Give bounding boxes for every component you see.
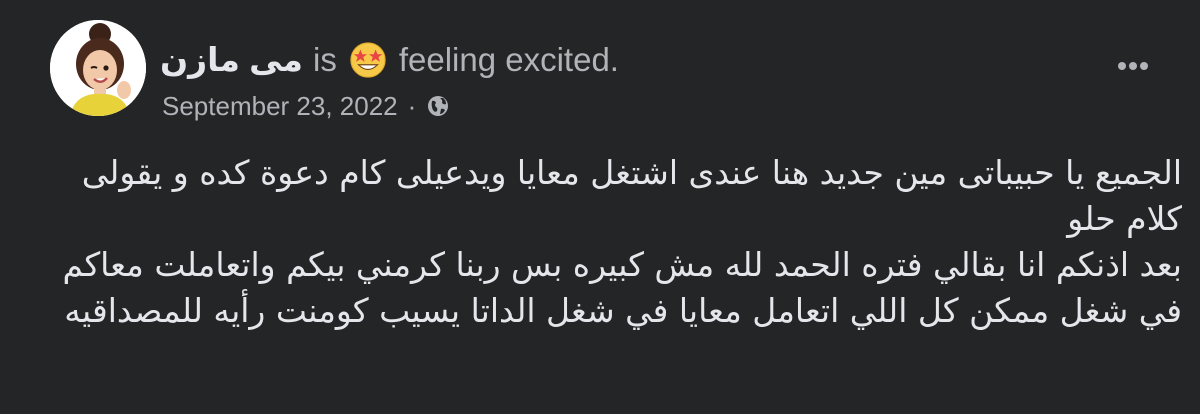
post-body-paragraph-2: بعد اذنكم انا بقالي فتره الحمد لله مش كب… — [62, 245, 1183, 330]
more-options-icon — [1118, 62, 1148, 70]
activity-text: feeling excited. — [398, 41, 619, 78]
avatar-image — [50, 20, 146, 116]
post-meta: September 23, 2022 · — [162, 88, 450, 124]
author-name[interactable]: مى مازن — [160, 38, 303, 82]
globe-icon[interactable] — [426, 94, 450, 118]
post-card: مى مازن is feeling excited. September 23… — [0, 0, 1200, 414]
more-options-button[interactable] — [1108, 46, 1158, 86]
is-word: is — [312, 41, 337, 78]
star-struck-emoji-icon — [349, 41, 387, 79]
avatar[interactable] — [50, 20, 146, 116]
post-body-paragraph-1: الجميع يا حبيباتى مين جديد هنا عندى اشتغ… — [81, 153, 1182, 238]
post-body: الجميع يا حبيباتى مين جديد هنا عندى اشتغ… — [32, 150, 1183, 334]
post-header: مى مازن is feeling excited. — [160, 38, 619, 82]
post-date[interactable]: September 23, 2022 — [162, 88, 398, 124]
separator-dot: · — [407, 91, 417, 121]
